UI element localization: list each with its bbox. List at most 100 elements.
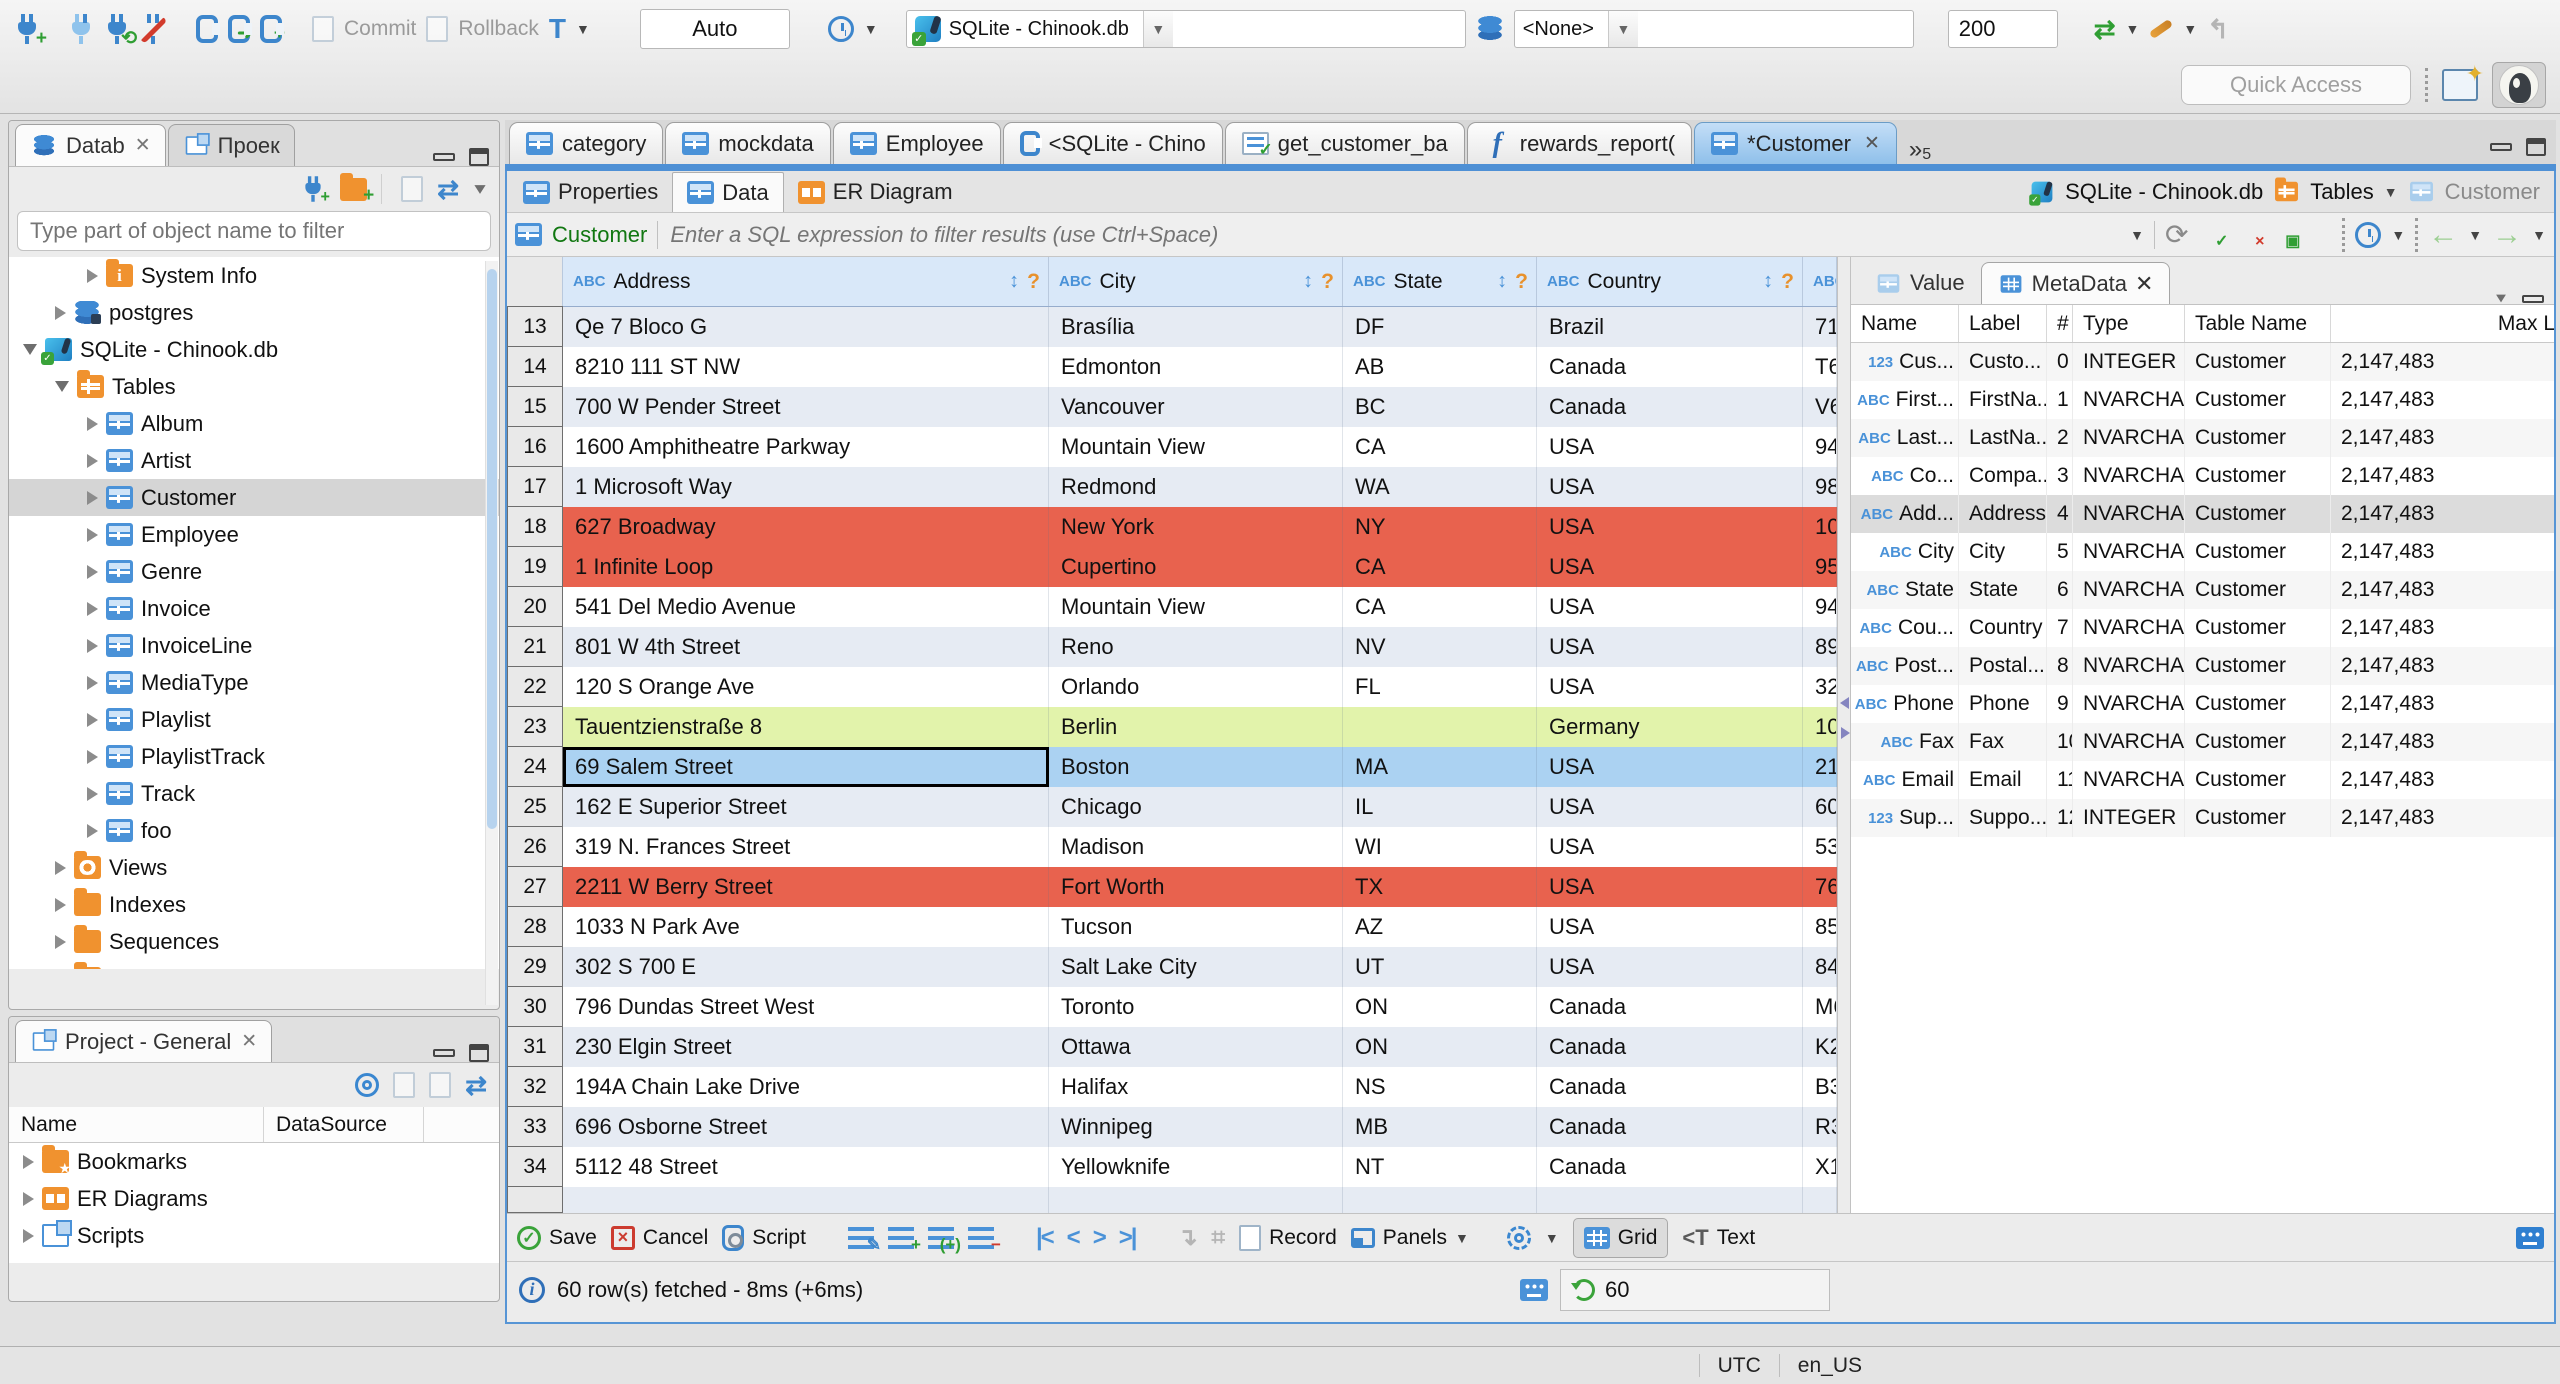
view-menu-icon[interactable] (2496, 294, 2506, 303)
meta-cell-label[interactable]: Custo... (1959, 343, 2047, 381)
schema-select[interactable]: <None> ▼ (1513, 10, 1914, 48)
cell-extra[interactable]: 84 (1803, 947, 1837, 987)
cell-address[interactable]: 8210 111 ST NW (563, 347, 1049, 387)
cell-state[interactable]: TX (1343, 867, 1537, 907)
metadata-row[interactable]: 123 Cus... Custo... 0 INTEGER Customer 2,147,4… (1851, 343, 2554, 381)
cell-city[interactable]: Berlin (1049, 707, 1343, 747)
cell-address[interactable]: 627 Broadway (563, 507, 1049, 547)
cell-extra[interactable]: 95 (1803, 547, 1837, 587)
meta-cell-type[interactable]: INTEGER (2073, 799, 2185, 837)
fetch-next-icon[interactable]: → (2492, 219, 2522, 250)
metadata-row[interactable]: ABCStateState6NVARCHARCustomer2,147,483 (1851, 571, 2554, 609)
meta-cell-max[interactable]: 2,147,483 (2331, 609, 2554, 647)
cell-country[interactable]: USA (1537, 467, 1803, 507)
meta-cell-name[interactable]: ABC City (1851, 533, 1959, 571)
minimize-icon[interactable] (433, 1049, 455, 1057)
cell-state[interactable]: NT (1343, 1147, 1537, 1187)
collapse-left-icon[interactable] (1840, 697, 1849, 709)
cell-extra[interactable]: X1 (1803, 1147, 1837, 1187)
tree-item-invoiceline[interactable]: InvoiceLine (9, 627, 499, 664)
meta-cell-table[interactable]: Customer (2185, 533, 2331, 571)
tree-item-track[interactable]: Track (9, 775, 499, 812)
tab-value[interactable]: Value (1859, 262, 1981, 304)
new-connection-icon[interactable]: + (14, 14, 47, 48)
tree-item-album[interactable]: Album (9, 405, 499, 442)
meta-cell-table[interactable]: Customer (2185, 799, 2331, 837)
cell-state[interactable]: AZ (1343, 907, 1537, 947)
save-filter-icon[interactable]: ▣ (2270, 222, 2300, 249)
row-number[interactable]: 14 (507, 346, 563, 387)
chevron-right-icon[interactable] (55, 305, 66, 320)
editor-tab-mockdata[interactable]: mockdata (665, 122, 831, 164)
row-number[interactable]: 19 (507, 546, 563, 587)
cell-address[interactable]: 319 N. Frances Street (563, 827, 1049, 867)
meta-cell-name[interactable]: ABC Cou... (1851, 609, 1959, 647)
maximize-icon[interactable] (469, 148, 489, 166)
grid-settings-caret-icon[interactable]: ▼ (1545, 1230, 1559, 1246)
cell-extra[interactable]: V6 (1803, 387, 1837, 427)
pin-panel-icon[interactable] (1520, 1278, 1548, 1301)
row-number[interactable]: 32 (507, 1066, 563, 1107)
sort-icon[interactable]: ↕ (1009, 270, 1019, 293)
cell-extra[interactable]: 85 (1803, 907, 1837, 947)
cell-country[interactable]: Canada (1537, 387, 1803, 427)
meta-cell-name[interactable]: ABC First... (1851, 381, 1959, 419)
chevron-right-icon[interactable] (87, 527, 98, 542)
apply-filter-icon[interactable]: ✓ (2198, 222, 2228, 249)
meta-cell-num[interactable]: 7 (2047, 609, 2073, 647)
navigator-scrollbar[interactable] (485, 261, 498, 1005)
project-item-bookmarks[interactable]: Bookmarks (9, 1143, 499, 1180)
column-info-icon[interactable]: ? (1515, 270, 1528, 294)
cell-address[interactable]: 1 Microsoft Way (563, 467, 1049, 507)
breadcrumb-container[interactable]: Tables (2310, 179, 2374, 205)
meta-cell-table[interactable]: Customer (2185, 609, 2331, 647)
meta-cell-num[interactable]: 8 (2047, 647, 2073, 685)
meta-cell-type[interactable]: NVARCHAR (2073, 647, 2185, 685)
cell-state[interactable]: MA (1343, 747, 1537, 787)
breadcrumb-caret-icon[interactable]: ▼ (2384, 184, 2398, 200)
tab-projects[interactable]: Проек (167, 124, 295, 166)
sql-editor-recent-icon[interactable]: + (260, 15, 285, 43)
cell-extra[interactable]: 21 (1803, 747, 1837, 787)
cell-city[interactable]: Mountain View (1049, 587, 1343, 627)
meta-cell-name[interactable]: ABC State (1851, 571, 1959, 609)
editor-tab-employee[interactable]: Employee (832, 122, 1001, 164)
auto-sync-caret-icon[interactable]: ▼ (2126, 21, 2140, 37)
meta-cell-type[interactable]: NVARCHAR (2073, 457, 2185, 495)
filter-icon[interactable] (1272, 271, 1293, 292)
chevron-right-icon[interactable] (87, 638, 98, 653)
commit-button[interactable]: Commit (344, 17, 416, 41)
meta-cell-name[interactable]: ABC Fax (1851, 723, 1959, 761)
cell-state[interactable]: UT (1343, 947, 1537, 987)
cell-state[interactable]: IL (1343, 787, 1537, 827)
tree-item-tables[interactable]: Tables (9, 368, 499, 405)
meta-cell-max[interactable]: 2,147,483 (2331, 685, 2554, 723)
history-icon[interactable] (827, 16, 854, 42)
duplicate-row-icon[interactable]: (+) (927, 1226, 961, 1253)
view-menu-icon[interactable] (474, 184, 486, 194)
collapse-right-icon[interactable] (1841, 727, 1850, 739)
tree-item-artist[interactable]: Artist (9, 442, 499, 479)
meta-column-label[interactable]: Label (1959, 305, 2047, 342)
meta-cell-type[interactable]: NVARCHAR (2073, 533, 2185, 571)
dbeaver-perspective-button[interactable] (2492, 62, 2546, 108)
meta-cell-name[interactable]: ABC Co... (1851, 457, 1959, 495)
meta-cell-label[interactable]: Address (1959, 495, 2047, 533)
cell-country[interactable]: USA (1537, 907, 1803, 947)
cell-state[interactable]: FL (1343, 667, 1537, 707)
cell-city[interactable]: Madison (1049, 827, 1343, 867)
grid-settings-icon[interactable] (1506, 1225, 1531, 1250)
refresh-icon[interactable]: ⟳ (2165, 218, 2188, 251)
cell-address[interactable]: 801 W 4th Street (563, 627, 1049, 667)
row-number[interactable]: 27 (507, 866, 563, 907)
auto-sync-icon[interactable]: ⇄ (2094, 14, 2116, 45)
cell-state[interactable]: BC (1343, 387, 1537, 427)
cell-extra[interactable]: 10 (1803, 507, 1837, 547)
tab-properties[interactable]: Properties (509, 172, 672, 212)
auto-refresh-caret-icon[interactable]: ▼ (2391, 227, 2405, 243)
sql-editor-icon[interactable] (196, 15, 220, 43)
chevron-right-icon[interactable] (87, 416, 98, 431)
cell-extra[interactable]: 10 (1803, 707, 1837, 747)
cell-extra[interactable]: 76 (1803, 867, 1837, 907)
row-number[interactable]: 21 (507, 626, 563, 667)
